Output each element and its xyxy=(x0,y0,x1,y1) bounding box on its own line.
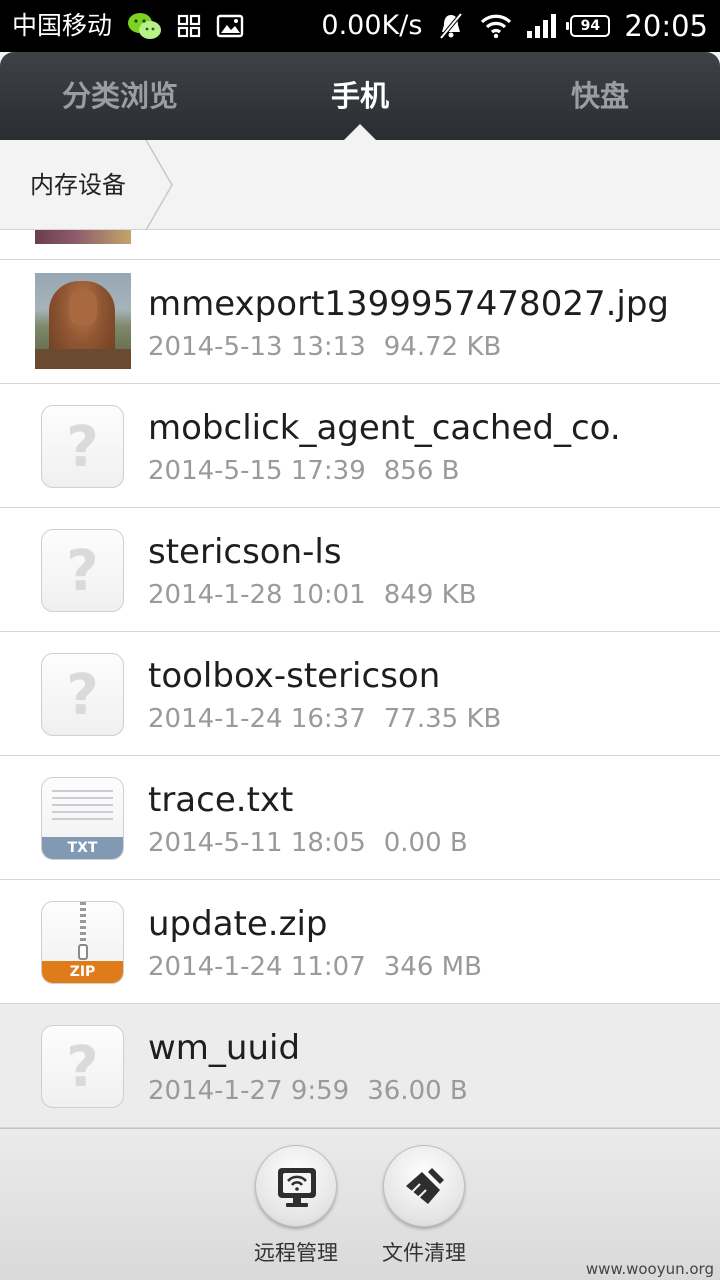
file-meta: 2014-1-28 10:01 849 KB xyxy=(148,580,477,610)
file-name: trace.txt xyxy=(148,780,294,820)
list-item[interactable]: ? wm_uuid 2014-1-27 9:59 36.00 B xyxy=(0,1004,720,1128)
file-meta: 2014-1-24 16:37 77.35 KB xyxy=(148,704,501,734)
carrier-label: 中国移动 xyxy=(12,11,113,40)
file-size: 36.00 B xyxy=(367,1076,468,1106)
file-date: 2014-1-24 16:37 xyxy=(148,704,366,734)
active-tab-indicator xyxy=(344,124,376,140)
remote-manage-button[interactable]: 远程管理 xyxy=(236,1145,356,1267)
txt-file-icon: TXT xyxy=(41,777,124,860)
file-size: 77.35 KB xyxy=(383,704,502,734)
wechat-icon xyxy=(128,13,162,39)
silent-bell-icon xyxy=(439,12,463,40)
battery-icon: 94 xyxy=(566,15,611,37)
photo-thumbnail xyxy=(35,273,131,369)
file-name: stericson-ls xyxy=(148,532,342,572)
file-size: 0.00 B xyxy=(383,828,468,858)
file-meta: 2014-5-15 17:39 856 B xyxy=(148,456,459,486)
unknown-file-icon: ? xyxy=(41,529,124,612)
list-item[interactable]: ? toolbox-stericson 2014-1-24 16:37 77.35… xyxy=(0,632,720,756)
status-bar: 中国移动 0.00K/s 94 20:05 xyxy=(0,0,720,52)
file-date: 2014-5-11 18:05 xyxy=(148,828,366,858)
signal-icon xyxy=(527,14,557,38)
remote-manage-label: 远程管理 xyxy=(254,1241,338,1265)
clock: 20:05 xyxy=(624,9,708,43)
file-name: mmexport1399957478027.jpg xyxy=(148,284,670,324)
breadcrumb-chevron-icon xyxy=(145,140,173,230)
file-type-tag: ZIP xyxy=(42,961,123,983)
apps-grid-icon xyxy=(177,14,201,38)
file-name: mobclick_agent_cached_co. xyxy=(148,408,621,448)
network-speed: 0.00K/s xyxy=(321,10,423,41)
file-date: 2014-1-24 11:07 xyxy=(148,952,366,982)
file-size: 346 MB xyxy=(383,952,482,982)
file-date: 2014-5-13 13:13 xyxy=(148,332,366,362)
file-date: 2014-1-28 10:01 xyxy=(148,580,366,610)
photo-thumbnail xyxy=(35,230,131,244)
remote-monitor-icon xyxy=(278,1168,316,1207)
file-meta: 2014-1-27 9:59 36.00 B xyxy=(148,1076,468,1106)
file-size: 94.72 KB xyxy=(383,332,502,362)
breadcrumb-internal-storage[interactable]: 内存设备 xyxy=(0,140,150,230)
file-meta: 2014-5-11 18:05 0.00 B xyxy=(148,828,468,858)
file-name: toolbox-stericson xyxy=(148,656,441,696)
unknown-file-icon: ? xyxy=(41,653,124,736)
watermark: www.wooyun.org xyxy=(585,1260,714,1278)
wifi-icon xyxy=(481,14,512,39)
file-date: 2014-1-27 9:59 xyxy=(148,1076,350,1106)
file-clean-label: 文件清理 xyxy=(382,1241,466,1265)
file-name: wm_uuid xyxy=(148,1028,301,1068)
list-item[interactable]: TXT trace.txt 2014-5-11 18:05 0.00 B xyxy=(0,756,720,880)
file-list[interactable]: mmexport1399957478027.jpg 2014-5-13 13:1… xyxy=(0,230,720,1128)
list-item[interactable]: ? stericson-ls 2014-1-28 10:01 849 KB xyxy=(0,508,720,632)
file-meta: 2014-5-13 13:13 94.72 KB xyxy=(148,332,501,362)
list-item[interactable]: ? mobclick_agent_cached_co. 2014-5-15 17… xyxy=(0,384,720,508)
file-size: 856 B xyxy=(383,456,460,486)
list-item[interactable]: ZIP update.zip 2014-1-24 11:07 346 MB xyxy=(0,880,720,1004)
broom-clean-icon xyxy=(406,1168,444,1204)
tab-category-browse[interactable]: 分类浏览 xyxy=(0,52,240,140)
bottom-action-bar: 远程管理 文件清理 www.wooyun.org xyxy=(0,1128,720,1280)
tab-kuaipan[interactable]: 快盘 xyxy=(480,52,720,140)
list-item-partial[interactable] xyxy=(0,230,720,260)
file-date: 2014-5-15 17:39 xyxy=(148,456,366,486)
file-name: update.zip xyxy=(148,904,328,944)
file-meta: 2014-1-24 11:07 346 MB xyxy=(148,952,482,982)
gallery-icon xyxy=(216,14,244,38)
file-clean-button[interactable]: 文件清理 xyxy=(364,1145,484,1267)
unknown-file-icon: ? xyxy=(41,1025,124,1108)
zip-file-icon: ZIP xyxy=(41,901,124,984)
file-type-tag: TXT xyxy=(42,837,123,859)
file-size: 849 KB xyxy=(383,580,477,610)
list-item[interactable]: mmexport1399957478027.jpg 2014-5-13 13:1… xyxy=(0,260,720,384)
breadcrumb: 内存设备 xyxy=(0,140,720,230)
unknown-file-icon: ? xyxy=(41,405,124,488)
